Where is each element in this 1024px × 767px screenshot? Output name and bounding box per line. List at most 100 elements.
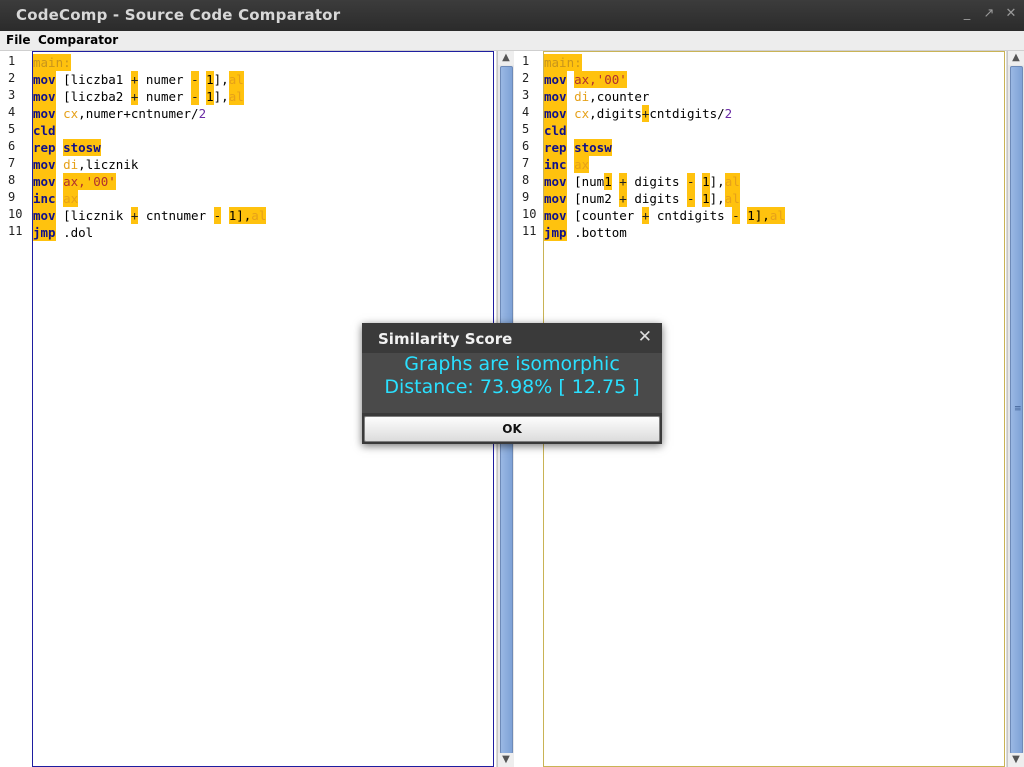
right-scrollbar[interactable]: ▲ ≡ ▼: [1007, 51, 1024, 767]
line-number: 3: [8, 88, 16, 102]
code-token: ax,'00': [63, 173, 116, 190]
code-token: mov: [544, 105, 567, 122]
code-token: +: [619, 173, 627, 190]
code-token: stosw: [574, 139, 612, 156]
line-number: 4: [522, 105, 530, 119]
dialog-close-icon[interactable]: ✕: [638, 327, 652, 347]
right-scroll-thumb[interactable]: ≡: [1010, 66, 1023, 754]
code-line: mov cx,digits+cntdigits/2: [544, 105, 732, 122]
window-titlebar[interactable]: CodeComp - Source Code Comparator _ ↗ ✕: [0, 0, 1024, 31]
line-number: 10: [522, 207, 537, 221]
code-token: ,digits: [589, 106, 642, 121]
code-token: mov: [544, 71, 567, 88]
similarity-score-dialog: Similarity Score ✕ Graphs are isomorphic…: [362, 323, 662, 444]
code-token: al: [724, 190, 740, 207]
code-token: .dol: [55, 225, 94, 240]
code-line: mov ax,'00': [544, 71, 627, 88]
line-number: 8: [522, 173, 530, 187]
line-number: 8: [8, 173, 16, 187]
code-token: [licznik: [55, 208, 131, 223]
code-line: cld: [33, 122, 56, 139]
code-token: ],: [754, 207, 770, 224]
code-token: al: [228, 71, 244, 88]
code-token: .bottom: [566, 225, 627, 240]
code-token: al: [251, 207, 267, 224]
scroll-down-icon[interactable]: ▼: [498, 753, 514, 767]
code-token: mov: [33, 88, 56, 105]
code-token: [counter: [566, 208, 642, 223]
code-line: mov [num2 + digits - 1],al: [544, 190, 740, 207]
code-token: numer: [138, 89, 192, 104]
code-line: inc ax: [33, 190, 79, 207]
line-number: 6: [8, 139, 16, 153]
scroll-up-icon[interactable]: ▲: [498, 51, 514, 65]
code-token: al: [769, 207, 785, 224]
code-token: mov: [33, 71, 56, 88]
code-token: 1: [206, 71, 214, 88]
code-token: ,numer+cntnumer/: [78, 106, 199, 121]
code-token: jmp: [33, 224, 56, 241]
menu-file[interactable]: File: [6, 33, 31, 47]
code-token: jmp: [544, 224, 567, 241]
code-token: cld: [544, 122, 567, 139]
line-number: 10: [8, 207, 23, 221]
code-token: 2: [724, 106, 733, 121]
line-number: 6: [522, 139, 530, 153]
line-number: 11: [522, 224, 537, 238]
line-number: 9: [8, 190, 16, 204]
code-line: main:: [544, 54, 582, 71]
code-line: mov di,licznik: [33, 156, 138, 173]
code-token: mov: [544, 88, 567, 105]
code-token: cntnumer: [138, 208, 214, 223]
distance-message: Distance: 73.98% [ 12.75 ]: [384, 376, 640, 398]
dialog-body: Graphs are isomorphic Distance: 73.98% […: [362, 353, 662, 413]
code-token: +: [641, 207, 650, 224]
code-line: mov di,counter: [544, 88, 649, 105]
line-number: 7: [8, 156, 16, 170]
code-line: rep stosw: [544, 139, 612, 156]
code-token: inc: [544, 156, 567, 173]
code-token: main:: [33, 54, 71, 71]
scroll-down-icon[interactable]: ▼: [1008, 753, 1024, 767]
ok-button[interactable]: OK: [364, 416, 660, 442]
code-line: rep stosw: [33, 139, 101, 156]
code-token: 1: [604, 173, 612, 190]
code-line: main:: [33, 54, 71, 71]
minimize-icon[interactable]: _: [960, 7, 974, 21]
code-token: ],: [709, 191, 725, 206]
isomorphic-message: Graphs are isomorphic: [404, 353, 620, 375]
code-token: ],: [236, 207, 252, 224]
code-token: ax: [63, 190, 79, 207]
menu-comparator[interactable]: Comparator: [38, 33, 118, 47]
close-icon[interactable]: ✕: [1004, 7, 1018, 21]
scroll-up-icon[interactable]: ▲: [1008, 51, 1024, 65]
line-number: 1: [8, 54, 16, 68]
code-token: mov: [544, 190, 567, 207]
code-token: mov: [33, 207, 56, 224]
code-token: +: [130, 71, 139, 88]
grip-icon: ≡: [1014, 404, 1022, 414]
code-token: +: [130, 88, 139, 105]
line-number: 5: [8, 122, 16, 136]
window-controls: _ ↗ ✕: [960, 7, 1018, 21]
code-token: stosw: [63, 139, 101, 156]
line-number: 1: [522, 54, 530, 68]
line-number: 4: [8, 105, 16, 119]
code-token: mov: [544, 173, 567, 190]
code-token: cx: [63, 106, 79, 121]
code-token: 1: [702, 190, 710, 207]
line-number: 7: [522, 156, 530, 170]
code-line: jmp .bottom: [544, 224, 627, 241]
code-line: mov [liczba1 + numer - 1],al: [33, 71, 244, 88]
maximize-icon[interactable]: ↗: [982, 7, 996, 21]
